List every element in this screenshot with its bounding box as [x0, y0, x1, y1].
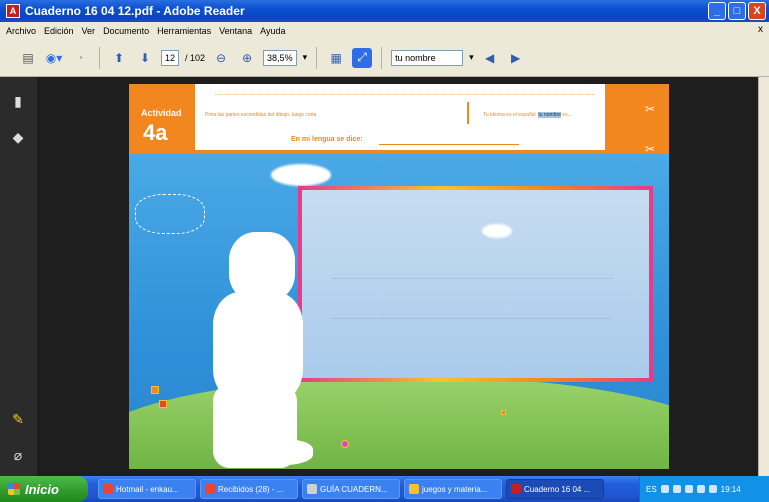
instruction-box: Pinta las partes escondidas del dibujo, … [195, 84, 605, 150]
zoom-in-icon[interactable]: ⊕ [237, 48, 257, 68]
pdf-page: Actividad 4a Pinta las partes escondidas… [129, 84, 669, 469]
system-tray: ES 19:14 [639, 476, 769, 502]
window-controls: _ □ X [708, 2, 766, 20]
taskbar-item[interactable]: juegos y materia... [404, 479, 502, 499]
zoom-out-icon[interactable]: ⊖ [211, 48, 231, 68]
toolbar-separator [99, 46, 100, 69]
writing-line [332, 278, 612, 279]
fit-width-icon[interactable]: ⤢ [352, 47, 373, 68]
vertical-scrollbar[interactable] [758, 77, 769, 476]
flower-decoration [159, 400, 167, 408]
taskbar-item-label: Recibidos (28) - ... [218, 484, 284, 494]
minimize-button[interactable]: _ [708, 2, 726, 20]
cut-line [215, 94, 595, 95]
start-label: Inicio [25, 481, 59, 497]
taskbar-item[interactable]: Recibidos (28) - ... [200, 479, 298, 499]
browser-icon [205, 484, 215, 494]
maximize-button[interactable]: □ [728, 2, 746, 20]
adobe-reader-icon [511, 484, 521, 494]
document-icon [307, 484, 317, 494]
answer-line [379, 144, 519, 145]
attachments-icon[interactable]: ⌀ [9, 447, 27, 465]
menu-ver[interactable]: Ver [82, 26, 96, 36]
menu-herramientas[interactable]: Herramientas [157, 26, 211, 36]
share-icon[interactable]: ◉▾ [44, 48, 64, 68]
toolbar: ▤ ◉▾ ◔ ⬆ ⬇ 12 / 102 ⊖ ⊕ 38,5% ▾ ▦ ⤢ tu n… [0, 39, 769, 77]
cloud-shape [271, 164, 331, 186]
activity-number: 4a [143, 120, 168, 145]
search-highlight: tu nombre [538, 112, 561, 118]
cloud-shape [482, 224, 512, 238]
page-number-input[interactable]: 12 [161, 49, 180, 66]
taskbar-item-label: Cuaderno 16 04 ... [524, 484, 591, 494]
toolbar-separator [381, 46, 383, 69]
drawing-frame [298, 186, 653, 382]
comments-icon[interactable]: ✎ [9, 411, 27, 429]
activity-label: Actividad [141, 108, 182, 118]
taskbar-item-label: juegos y materia... [422, 484, 488, 494]
instruction-divider [467, 102, 469, 124]
child-shoe-silhouette [241, 439, 313, 465]
clock: 19:14 [720, 484, 741, 494]
page-total: / 102 [185, 52, 206, 63]
pages-icon[interactable]: ▮ [9, 93, 27, 111]
next-page-icon[interactable]: ⬇ [135, 48, 155, 68]
taskbar-item[interactable]: GUÍA CUADERN... [302, 479, 400, 499]
search-input[interactable]: tu nombre [391, 49, 464, 66]
instruction-right-end: es... [562, 112, 572, 118]
flower-decoration [341, 440, 349, 448]
menu-archivo[interactable]: Archivo [6, 26, 36, 36]
close-button[interactable]: X [748, 2, 766, 20]
zoom-dropdown-icon[interactable]: ▾ [303, 52, 308, 63]
menu-ayuda[interactable]: Ayuda [260, 26, 285, 36]
taskbar-item-label: Hotmail - enkau... [116, 484, 179, 494]
find-previous-icon[interactable]: ◀ [480, 48, 500, 68]
comment-icon[interactable]: ◔ [70, 48, 90, 68]
adobe-reader-icon: A [6, 4, 20, 18]
instruction-right: Tu idioma es el español. tu nombre es... [483, 112, 572, 118]
tray-icon[interactable] [660, 485, 669, 493]
navigation-panel: ▮ ◆ ✎ ⌀ [0, 77, 37, 476]
zoom-input[interactable]: 38,5% [263, 49, 297, 66]
menu-ventana[interactable]: Ventana [219, 26, 252, 36]
fit-page-icon[interactable]: ▦ [326, 48, 346, 68]
find-next-icon[interactable]: ▶ [506, 48, 526, 68]
flower-decoration [151, 386, 159, 394]
menu-documento[interactable]: Documento [103, 26, 149, 36]
scissors-icon: ✂ [645, 102, 656, 116]
layers-icon[interactable]: ◆ [9, 129, 27, 147]
search-dropdown-icon[interactable]: ▾ [469, 52, 474, 63]
windows-logo-icon [8, 483, 20, 495]
menu-bar: Archivo Edición Ver Documento Herramient… [0, 22, 769, 39]
taskbar-item[interactable]: Hotmail - enkau... [98, 479, 196, 499]
folder-icon [409, 484, 419, 494]
language-indicator[interactable]: ES [646, 485, 657, 494]
activity-header: Actividad 4a Pinta las partes escondidas… [129, 84, 669, 156]
title-bar: A Cuaderno 16 04 12.pdf - Adobe Reader _… [0, 0, 769, 22]
previous-page-icon[interactable]: ⬆ [109, 48, 129, 68]
thought-bubble [135, 194, 205, 234]
browser-icon [103, 484, 113, 494]
window-title: Cuaderno 16 04 12.pdf - Adobe Reader [25, 4, 245, 18]
menu-edicion[interactable]: Edición [44, 26, 74, 36]
instruction-right-text: Tu idioma es el español. [483, 112, 538, 118]
tray-icon[interactable] [684, 485, 693, 493]
toolbar-separator [316, 46, 318, 69]
volume-icon[interactable] [696, 485, 705, 493]
network-icon[interactable] [708, 485, 717, 493]
drawing-area [302, 190, 649, 378]
lengua-label: En mi lengua se dice: [291, 136, 363, 143]
start-button[interactable]: Inicio [0, 476, 88, 502]
flower-decoration [501, 410, 506, 415]
document-close-icon[interactable]: x [758, 24, 763, 35]
taskbar: Inicio Hotmail - enkau... Recibidos (28)… [0, 476, 769, 502]
taskbar-item-label: GUÍA CUADERN... [320, 484, 388, 494]
tray-icon[interactable] [672, 485, 681, 493]
writing-line [332, 318, 612, 319]
instruction-left: Pinta las partes escondidas del dibujo, … [205, 112, 317, 118]
taskbar-item-active[interactable]: Cuaderno 16 04 ... [506, 479, 604, 499]
print-icon[interactable]: ▤ [18, 48, 38, 68]
